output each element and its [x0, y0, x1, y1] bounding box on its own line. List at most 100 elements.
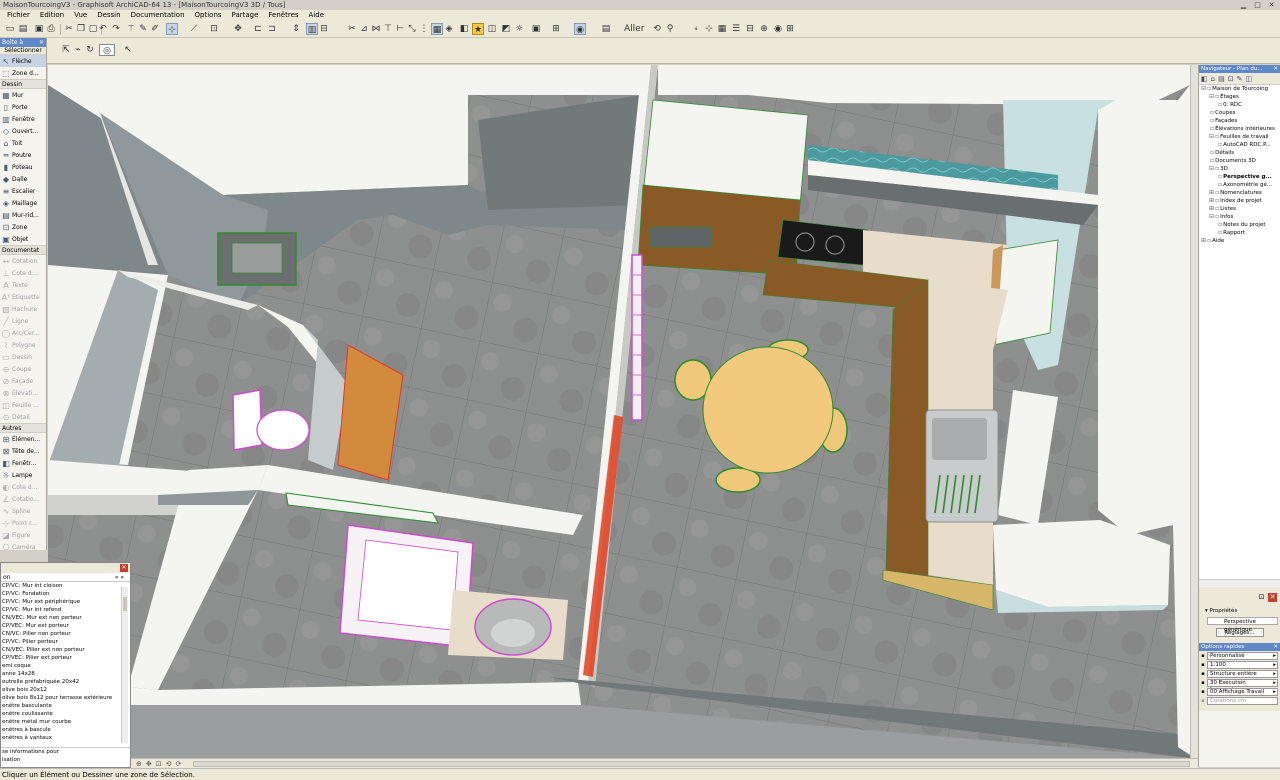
tool-arc[interactable]: ◯ Arc/Cer... [0, 327, 46, 339]
new-folder-icon[interactable]: ⊡ [1257, 593, 1266, 602]
3d-model-view[interactable] [48, 65, 1190, 758]
menu-aide[interactable]: Aide [304, 10, 329, 21]
adjust-icon[interactable]: ⊿ [358, 23, 370, 35]
tree-item[interactable]: ⊞▫Aide [1199, 237, 1280, 245]
tool-detail[interactable]: ⊙ Détail [0, 411, 46, 423]
model-view-icon[interactable]: ▣ [530, 23, 542, 35]
menu-vue[interactable]: Vue [69, 10, 92, 21]
nav-info-icon[interactable]: ◫ [1245, 75, 1252, 83]
tool-corner-window[interactable]: ◧ Fenêtr... [0, 457, 46, 469]
tool-group-header[interactable]: Documentat [0, 245, 46, 255]
tool-radial-dimension[interactable]: ◐ Cote d... [0, 481, 46, 493]
save-icon[interactable]: ▣ [33, 23, 45, 35]
info-list-scrollbar[interactable] [121, 587, 128, 743]
list-item[interactable]: CP/VC: Mur ext périphérique [1, 598, 121, 606]
stretch-icon[interactable]: ⊢ [394, 23, 406, 35]
layout-book-icon[interactable]: ▤ [1218, 75, 1225, 83]
quick-option-dropdown[interactable]: Personnalisé ▸ [1207, 651, 1278, 660]
pointer-mode-icon[interactable]: ⇱ [60, 44, 72, 56]
snap-icon[interactable]: ⊹ [166, 23, 178, 35]
tool-group-header[interactable]: Autres [0, 423, 46, 433]
maximize-button[interactable]: □ [1252, 1, 1263, 10]
tree-item[interactable]: ▫0. RDC [1199, 101, 1280, 109]
navigator-horizontal-scrollbar[interactable] [1199, 579, 1280, 586]
tree-item[interactable]: ▫Détails [1199, 149, 1280, 157]
tool-elevation[interactable]: ⊘ Façade [0, 375, 46, 387]
tool-door[interactable]: ▯ Porte [0, 101, 46, 113]
quick-option-dropdown[interactable]: 00 Affichage Travail ▸ [1207, 687, 1278, 696]
quick-option-dropdown[interactable]: 30 Exécution Impression ▸ [1207, 678, 1278, 693]
undo-icon[interactable]: ↶ [97, 23, 109, 35]
distribute-icon[interactable]: ⊐ [266, 23, 278, 35]
menu-fichier[interactable]: Fichier [2, 10, 35, 21]
tree-item[interactable]: ⊟▫Infos [1199, 213, 1280, 221]
tool-curtain-wall[interactable]: ▤ Mur-rid... [0, 209, 46, 221]
list-item[interactable]: CP/VEC: Mur ext porteur [1, 622, 121, 630]
close-icon[interactable]: ✕ [120, 564, 128, 572]
markup-icon[interactable]: ◉ [772, 23, 784, 35]
tree-item[interactable]: ▫AutoCAD RDC.P... [1199, 141, 1280, 149]
grid-icon[interactable]: ⊡ [208, 23, 220, 35]
resize-icon[interactable]: ⤡ [406, 23, 418, 35]
tree-item[interactable]: ▫Documents 3D [1199, 157, 1280, 165]
nav-options-icon[interactable]: ✎ [1237, 75, 1243, 83]
zoom-window-icon[interactable]: ⊞ [550, 23, 562, 35]
list-item[interactable]: enêtres à bascule [1, 726, 121, 734]
expander-icon[interactable]: ⊞ [1209, 205, 1214, 212]
minimize-button[interactable]: ▁ [1238, 1, 1249, 10]
tool-marquee[interactable]: ⬚ Zone d... [0, 67, 46, 79]
tree-item[interactable]: ▫Rapport [1199, 229, 1280, 237]
publish-icon[interactable]: ⊞ [784, 23, 796, 35]
camera-view-icon[interactable]: ◫ [486, 23, 498, 35]
quick-select-icon[interactable]: ⌁ [72, 44, 84, 56]
goto-label[interactable]: Aller [624, 23, 644, 35]
tool-object[interactable]: ▣ Objet [0, 233, 46, 245]
tool-angle-dimension[interactable]: ∠ Cotatio... [0, 493, 46, 505]
layout-icon[interactable]: ▤ [600, 23, 612, 35]
tool-line[interactable]: ╱ Ligne [0, 315, 46, 327]
tool-zone[interactable]: ⊡ Zone [0, 221, 46, 233]
tool-column[interactable]: ▮ Poteau [0, 161, 46, 173]
previous-view-icon[interactable]: ⟲ [166, 760, 172, 768]
orbit-icon[interactable]: ⟲ [651, 23, 663, 35]
tree-item[interactable]: ⊞▫Index de projet [1199, 197, 1280, 205]
quick-options-close-icon[interactable]: ✕ [1273, 643, 1280, 651]
menu-fenetres[interactable]: Fenêtres [263, 10, 303, 21]
new-file-icon[interactable]: ▭ [4, 23, 16, 35]
list-item[interactable]: CP/VC: Mur int refend [1, 606, 121, 614]
tool-element[interactable]: ⊞ Élémen... [0, 433, 46, 445]
tool-fill[interactable]: ▨ Hachure [0, 303, 46, 315]
pin-icon[interactable]: ⍖ [690, 23, 702, 35]
redo-icon[interactable]: ↷ [110, 23, 122, 35]
guide-icon[interactable]: ⟋ [188, 23, 200, 35]
tool-section[interactable]: ⊖ Coupe [0, 363, 46, 375]
tool-group-header[interactable]: Dessin [0, 79, 46, 89]
tree-item[interactable]: ▫Façades [1199, 117, 1280, 125]
list-item[interactable]: enêtre métal mur courbe [1, 718, 121, 726]
navigator-close-icon[interactable]: ✕ [1273, 65, 1280, 73]
list-item[interactable]: olive bois 8x12 pour terrasse extérieure [1, 694, 121, 702]
tree-item[interactable]: ⊟▫Maison de Tourcoing [1199, 85, 1280, 93]
elevate-icon[interactable]: ⇕ [290, 23, 302, 35]
list-item[interactable]: CN/VEC: Mur ext non porteur [1, 614, 121, 622]
menu-partage[interactable]: Partage [227, 10, 264, 21]
tool-roof[interactable]: ⌂ Toit [0, 137, 46, 149]
render-icon[interactable]: ◩ [500, 23, 512, 35]
list-item[interactable]: olive bois 20x12 [1, 686, 121, 694]
view-map-icon[interactable]: ⌂ [1211, 75, 1215, 83]
zoom-in-icon[interactable]: ⊕ [136, 760, 142, 768]
quick-option-dropdown[interactable]: Structure entière ▸ [1207, 669, 1278, 678]
viewport-vertical-scrollbar[interactable] [1190, 65, 1198, 758]
pan-icon[interactable]: ✥ [146, 760, 152, 768]
tool-worksheet[interactable]: ◫ Feuille ... [0, 399, 46, 411]
tool-window[interactable]: ▥ Fenêtre [0, 113, 46, 125]
3d-window-icon[interactable]: ◧ [458, 23, 470, 35]
list-item[interactable]: enêtre coulissante [1, 710, 121, 718]
list-item[interactable]: outrelle préfabriquée 20x42 [1, 678, 121, 686]
tree-item[interactable]: ▫Coupes [1199, 109, 1280, 117]
tool-level-dimension[interactable]: ⊥ Cote d... [0, 267, 46, 279]
tool-stair[interactable]: ≡ Escalier [0, 185, 46, 197]
menu-options[interactable]: Options [190, 10, 227, 21]
tool-label[interactable]: A¹ Étiquette [0, 291, 46, 303]
eyedropper-icon[interactable]: ✎ [137, 23, 149, 35]
